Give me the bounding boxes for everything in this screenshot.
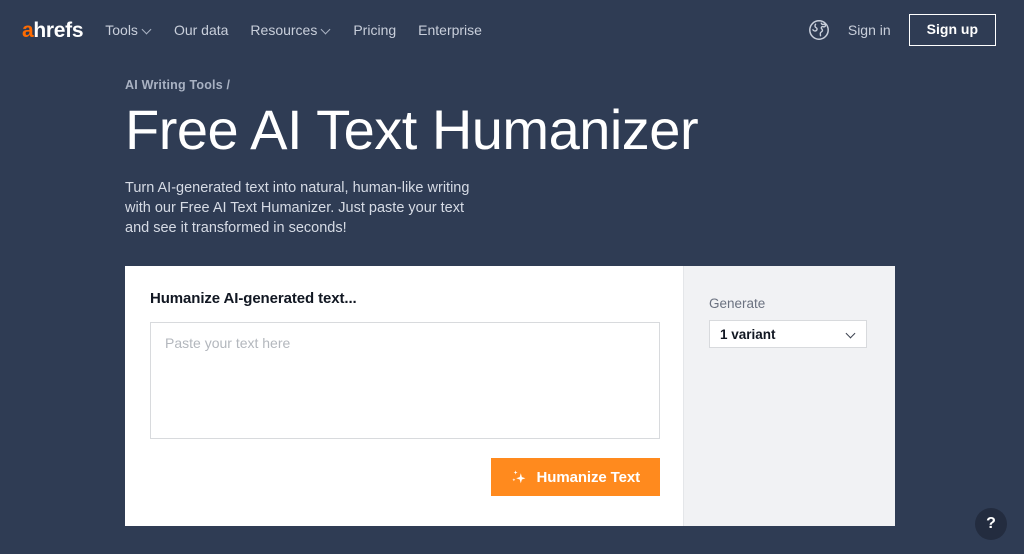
nav-item-resources[interactable]: Resources — [250, 23, 331, 37]
chevron-down-icon — [143, 25, 152, 34]
sign-in-link[interactable]: Sign in — [848, 22, 891, 38]
logo-accent-letter: a — [22, 18, 34, 42]
hero-description: Turn AI-generated text into natural, hum… — [125, 179, 470, 236]
site-header: ahrefs Tools Our data Resources Pricing … — [0, 0, 1024, 60]
page-title: Free AI Text Humanizer — [125, 98, 699, 161]
breadcrumb[interactable]: AI Writing Tools / — [125, 78, 1024, 92]
nav-item-label: Tools — [105, 22, 138, 38]
humanize-text-button-label: Humanize Text — [536, 468, 641, 486]
globe-icon[interactable] — [808, 19, 830, 41]
sparkles-icon — [511, 469, 525, 483]
nav-item-label: Enterprise — [418, 22, 482, 38]
generate-label: Generate — [709, 296, 766, 311]
variant-select-value: 1 variant — [720, 326, 776, 342]
nav-item-enterprise[interactable]: Enterprise — [418, 23, 482, 37]
header-actions: Sign in Sign up — [808, 14, 996, 46]
sign-up-button[interactable]: Sign up — [908, 14, 996, 46]
chevron-down-icon — [322, 25, 331, 34]
nav-item-tools[interactable]: Tools — [105, 23, 152, 37]
tool-options-panel: Generate 1 variant — [683, 266, 895, 526]
text-input[interactable] — [150, 322, 660, 439]
variant-select[interactable]: 1 variant — [709, 320, 867, 348]
ahrefs-logo[interactable]: ahrefs — [22, 18, 84, 42]
tool-heading: Humanize AI-generated text... — [150, 290, 357, 307]
humanize-text-button[interactable]: Humanize Text — [490, 458, 660, 496]
main-navigation: Tools Our data Resources Pricing Enterpr… — [105, 23, 482, 37]
nav-item-label: Pricing — [353, 22, 397, 38]
nav-item-label: Our data — [173, 22, 229, 38]
humanizer-tool-card: Humanize AI-generated text... Humanize T… — [125, 266, 895, 526]
chevron-down-icon — [846, 329, 856, 339]
nav-item-label: Resources — [250, 22, 318, 38]
tool-input-panel: Humanize AI-generated text... Humanize T… — [125, 266, 683, 526]
nav-item-pricing[interactable]: Pricing — [353, 23, 396, 37]
tool-actions: Humanize Text — [150, 458, 660, 496]
logo-text: hrefs — [33, 18, 84, 42]
question-mark-icon: ? — [986, 515, 996, 532]
help-button[interactable]: ? — [975, 508, 1007, 540]
hero-section: AI Writing Tools / Free AI Text Humanize… — [0, 60, 1024, 238]
nav-item-our-data[interactable]: Our data — [174, 23, 228, 37]
